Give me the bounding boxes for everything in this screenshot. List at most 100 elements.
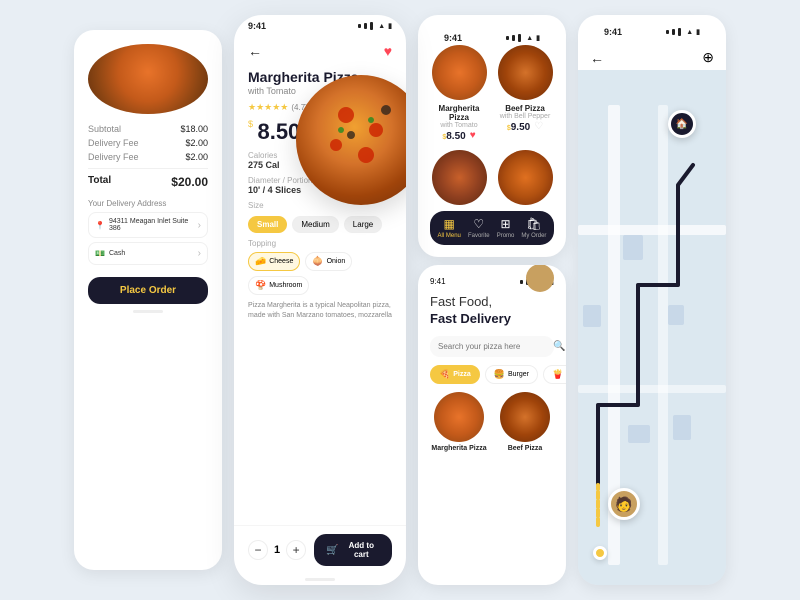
beef-heart-icon[interactable]: ♡ [534, 121, 543, 132]
payment-item[interactable]: 💵 Cash › [88, 242, 208, 265]
margherita-heart-icon[interactable]: ♥ [470, 130, 476, 141]
detail-status-bar: 9:41 ▲ ▮ [234, 15, 406, 33]
stars: ★★★★★ [248, 102, 288, 113]
category-burger[interactable]: 🍔 Burger [485, 365, 538, 384]
map-header: 9:41 ▲ ▮ [578, 15, 726, 45]
menu-card: 9:41 ▲ ▮ Margherita Pizza with Tomato $8… [418, 15, 566, 257]
topping-mushroom[interactable]: 🍄 Mushroom [248, 276, 309, 295]
delivery-fee2-row: Delivery Fee $2.00 [88, 152, 208, 162]
ff-headline: Fast Food, Fast Delivery [430, 294, 511, 328]
menu-column: 9:41 ▲ ▮ Margherita Pizza with Tomato $8… [418, 15, 566, 585]
pizza-emoji: 🍕 [439, 369, 450, 380]
category-row: 🍕 Pizza 🍔 Burger 🍟 Snack [430, 365, 554, 384]
chevron-icon-2: › [198, 248, 201, 259]
my-order-label: My Order [521, 233, 546, 239]
map-content: 🏠 🧑 [578, 70, 726, 585]
search-bar[interactable]: 🔍 [430, 336, 554, 357]
locate-icon[interactable]: ⊕ [702, 49, 714, 66]
onion-label: Onion [327, 258, 346, 265]
nav-favorite[interactable]: ♡ Favorite [468, 217, 490, 239]
menu-item-margherita[interactable]: Margherita Pizza with Tomato $8.50 ♥ [430, 45, 488, 142]
beef-image [498, 45, 553, 100]
chevron-icon: › [198, 220, 201, 231]
nav-my-order[interactable]: 🛍 My Order [521, 217, 546, 239]
delivery-section: Your Delivery Address 📍 94311 Meagan Inl… [88, 199, 208, 265]
ff-beef-image [500, 392, 550, 442]
home-indicator-detail [305, 578, 335, 581]
category-snack[interactable]: 🍟 Snack [543, 365, 566, 384]
place-order-button[interactable]: Place Order [88, 277, 208, 304]
menu-item-veggie[interactable] [496, 150, 554, 209]
subtotal-value: $18.00 [180, 124, 208, 134]
home-indicator [133, 310, 163, 313]
map-svg [578, 70, 726, 585]
favorite-nav-icon: ♡ [473, 217, 484, 231]
ff-item-margherita[interactable]: Margherita Pizza [430, 392, 488, 452]
detail-header: ← ♥ [234, 33, 406, 59]
delivery-fee2-label: Delivery Fee [88, 152, 139, 162]
menu-time: 9:41 [444, 33, 462, 43]
size-medium-button[interactable]: Medium [292, 216, 338, 233]
map-column: 9:41 ▲ ▮ ← ⊕ [578, 15, 726, 585]
topping-onion[interactable]: 🧅 Onion [305, 252, 352, 271]
pizza-detail-column: 9:41 ▲ ▮ ← ♥ [234, 15, 406, 585]
ff-item-beef[interactable]: Beef Pizza [496, 392, 554, 452]
total-row: Total $20.00 [88, 168, 208, 189]
cheese-label: Cheese [269, 258, 293, 265]
ff-beef-name: Beef Pizza [496, 445, 554, 452]
add-to-cart-button[interactable]: 🛒 Add to cart [314, 534, 392, 566]
size-selector: Small Medium Large [248, 216, 392, 233]
ff-pizza-grid: Margherita Pizza Beef Pizza [430, 392, 554, 452]
signal-2 [364, 23, 367, 29]
size-large-button[interactable]: Large [344, 216, 382, 233]
menu-item-spicy[interactable] [430, 150, 488, 209]
my-order-icon: 🛍 [526, 217, 541, 231]
topping-selector: 🧀 Cheese 🧅 Onion 🍄 Mushroom [248, 252, 392, 295]
nav-all-menu[interactable]: ▦ All Menu [438, 217, 461, 239]
detail-time: 9:41 [248, 21, 266, 31]
price-main: 8.50 [257, 119, 300, 144]
back-arrow-icon[interactable]: ← [248, 43, 262, 59]
nav-promo[interactable]: ⊞ Promo [497, 217, 515, 239]
topping-cheese[interactable]: 🧀 Cheese [248, 252, 300, 271]
pizza-detail-card: 9:41 ▲ ▮ ← ♥ [234, 15, 406, 585]
menu-pizza-grid: Margherita Pizza with Tomato $8.50 ♥ Bee… [430, 45, 554, 142]
mushroom-label: Mushroom [269, 282, 302, 289]
mushroom-emoji: 🍄 [255, 280, 266, 291]
total-value: $20.00 [171, 175, 208, 189]
wifi-icon: ▲ [378, 23, 385, 30]
order-summary-column: Subtotal $18.00 Delivery Fee $2.00 Deliv… [74, 30, 222, 570]
quantity-increase-button[interactable]: + [286, 540, 306, 560]
address-item[interactable]: 📍 94311 Meagan Inlet Suite 386 › [88, 212, 208, 238]
category-pizza[interactable]: 🍕 Pizza [430, 365, 480, 384]
onion-emoji: 🧅 [312, 256, 323, 267]
size-small-button[interactable]: Small [248, 216, 287, 233]
add-to-cart-label: Add to cart [343, 541, 380, 559]
menu-pizza-row2 [430, 150, 554, 209]
all-menu-label: All Menu [438, 233, 461, 239]
delivery-address-label: Your Delivery Address [88, 199, 208, 208]
menu-wifi: ▲ [526, 35, 533, 42]
cheese-emoji: 🧀 [255, 256, 266, 267]
map-wifi: ▲ [686, 29, 693, 36]
map-card: 9:41 ▲ ▮ ← ⊕ [578, 15, 726, 585]
map-back-icon[interactable]: ← [590, 50, 604, 66]
delivery-fee2-value: $2.00 [185, 152, 208, 162]
address-value: 94311 Meagan Inlet Suite 386 [109, 218, 198, 232]
map-background: 🏠 🧑 [578, 70, 726, 585]
payment-value: Cash [109, 250, 125, 257]
origin-dot [593, 546, 607, 560]
favorite-icon[interactable]: ♥ [384, 43, 392, 59]
promo-label: Promo [497, 233, 515, 239]
map-battery: ▮ [696, 28, 700, 36]
beef-price: $9.50 [507, 122, 530, 133]
favorite-nav-label: Favorite [468, 233, 490, 239]
menu-item-beef[interactable]: Beef Pizza with Bell Pepper $9.50 ♡ [496, 45, 554, 142]
signal-3 [370, 22, 373, 30]
delivery-avatar: 🧑 [608, 488, 640, 520]
burger-cat-label: Burger [508, 371, 529, 378]
search-input[interactable] [438, 342, 548, 351]
quantity-decrease-button[interactable]: − [248, 540, 268, 560]
promo-icon: ⊞ [500, 217, 510, 231]
fast-food-card: 9:41 ▲ ▮ Fast Food, Fast Delivery 🔍 [418, 265, 566, 585]
